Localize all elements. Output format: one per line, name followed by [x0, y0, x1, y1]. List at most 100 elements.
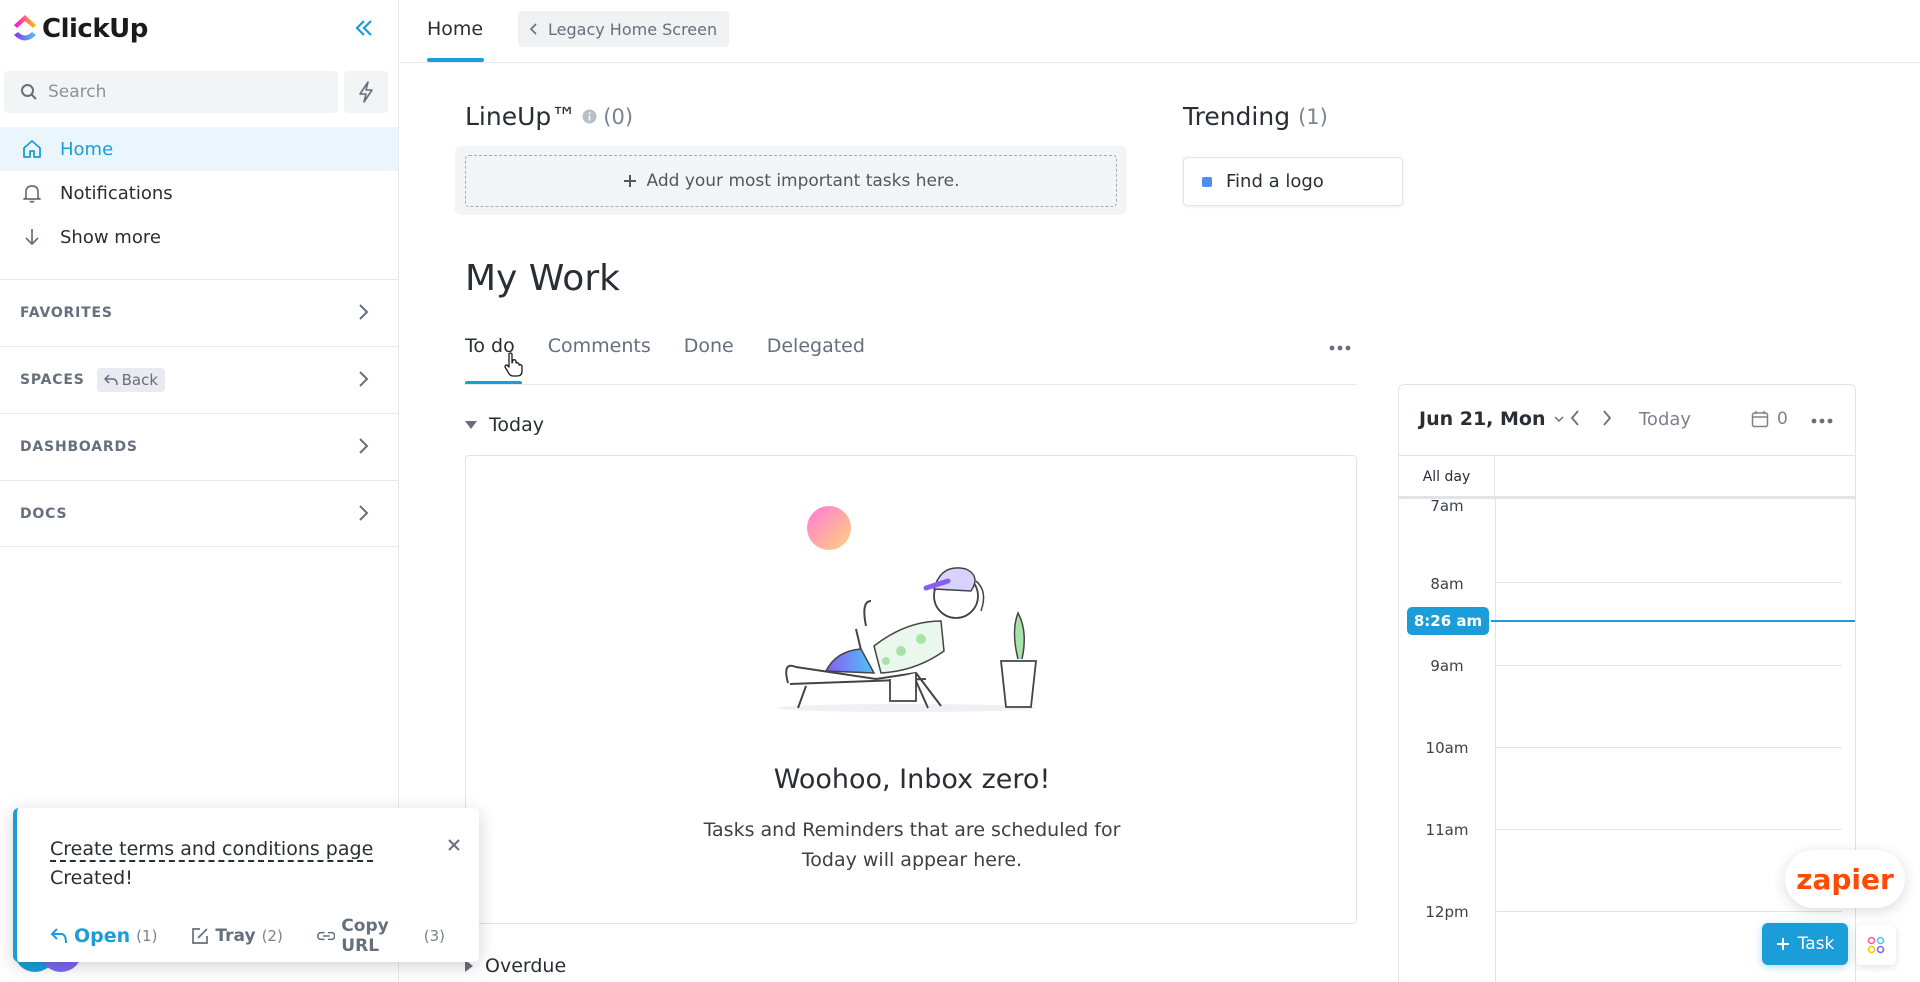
section-dashboards-label: DASHBOARDS	[20, 439, 138, 455]
nav-show-more[interactable]: Show more	[0, 215, 398, 259]
status-dot	[1202, 176, 1212, 187]
trending-item[interactable]: Find a logo	[1183, 157, 1403, 206]
legacy-home-button[interactable]: Legacy Home Screen	[518, 11, 730, 47]
spaces-back-button[interactable]: Back	[96, 368, 166, 392]
lineup-container: Add your most important tasks here.	[455, 146, 1127, 215]
section-favorites[interactable]: FAVORITES	[0, 279, 398, 346]
toast-task-link[interactable]: Create terms and conditions page	[50, 838, 374, 862]
trending-item-label: Find a logo	[1226, 171, 1324, 192]
collapse-sidebar-button[interactable]	[350, 14, 378, 42]
nav-notifications[interactable]: Notifications	[0, 171, 398, 215]
toast-close-button[interactable]	[443, 834, 465, 856]
nav-show-more-label: Show more	[60, 226, 161, 248]
all-day-label: All day	[1399, 456, 1495, 497]
hour-line[interactable]	[1495, 665, 1842, 666]
section-docs[interactable]: DOCS	[0, 480, 398, 547]
nav-home[interactable]: Home	[0, 127, 398, 171]
hand-cursor-icon	[504, 352, 523, 377]
calendar-scheduled-count[interactable]: 0	[1751, 409, 1788, 429]
logo-text: ClickUp	[42, 14, 148, 44]
section-docs-label: DOCS	[20, 505, 68, 522]
calendar-icon	[1751, 411, 1769, 428]
today-group-header[interactable]: Today	[465, 414, 544, 436]
divider	[465, 384, 1357, 385]
chevron-right-icon	[359, 438, 369, 454]
empty-state-title: Woohoo, Inbox zero!	[773, 764, 1051, 795]
arrow-down-icon	[20, 225, 44, 249]
empty-state-description: Tasks and Reminders that are scheduled f…	[466, 815, 1358, 875]
hour-line[interactable]	[1495, 911, 1842, 912]
toast-actions: Open (1) Tray (2) Copy URL (3)	[50, 916, 479, 956]
toast-open-button[interactable]: Open (1)	[50, 925, 157, 947]
calendar-prev-button[interactable]	[1569, 409, 1581, 431]
toast-copy-url-label: Copy URL	[341, 916, 389, 956]
section-spaces-label: SPACES	[20, 372, 85, 388]
nav-home-label: Home	[60, 138, 114, 160]
zapier-logo-text: zapier	[1796, 862, 1894, 896]
plus-icon	[623, 175, 636, 187]
calendar-date-picker[interactable]: Jun 21, Mon	[1419, 408, 1564, 430]
calendar-more-button[interactable]	[1811, 409, 1833, 428]
app-root: ClickUp Home	[0, 0, 1920, 982]
quick-actions-button[interactable]	[344, 71, 388, 113]
lineup-title: LineUp™	[465, 102, 577, 131]
hour-label: 12pm	[1425, 903, 1469, 921]
close-icon	[448, 839, 460, 851]
lightning-icon	[359, 81, 373, 103]
all-day-row[interactable]: All day	[1399, 455, 1855, 499]
mywork-more-button[interactable]	[1328, 338, 1352, 358]
zapier-button[interactable]: zapier	[1785, 850, 1905, 908]
hour-line[interactable]	[1495, 582, 1842, 583]
chevron-right-icon	[1603, 410, 1612, 426]
section-dashboards[interactable]: DASHBOARDS	[0, 413, 398, 480]
home-icon	[20, 137, 44, 161]
tray-icon	[192, 928, 209, 944]
today-label: Today	[489, 414, 544, 436]
chevron-left-icon	[1570, 410, 1579, 426]
search-box[interactable]	[4, 71, 338, 113]
overdue-group-header[interactable]: Overdue	[465, 955, 566, 977]
lineup-add-button[interactable]: Add your most important tasks here.	[465, 155, 1117, 207]
task-created-toast: Create terms and conditions page Created…	[13, 808, 479, 962]
link-icon	[316, 931, 336, 941]
section-spaces[interactable]: SPACES Back	[0, 346, 398, 413]
tab-delegated[interactable]: Delegated	[767, 335, 865, 357]
current-time-badge: 8:26 am	[1407, 607, 1489, 635]
toast-copy-url-button[interactable]: Copy URL (3)	[316, 916, 445, 956]
clickup-logo-icon	[14, 15, 36, 41]
current-time-line	[1491, 620, 1855, 622]
hour-label: 9am	[1430, 657, 1464, 675]
hour-line[interactable]	[1495, 747, 1842, 748]
hour-label: 7am	[1430, 497, 1464, 515]
plus-icon	[1776, 938, 1789, 950]
trending-heading: Trending (1)	[1183, 102, 1328, 131]
search-input[interactable]	[48, 82, 308, 102]
chevron-right-icon	[359, 505, 369, 521]
toast-tray-button[interactable]: Tray (2)	[191, 926, 283, 946]
more-horizontal-icon	[1811, 418, 1833, 424]
lineup-heading: LineUp™ (0)	[465, 102, 633, 131]
trending-title: Trending	[1183, 102, 1291, 131]
trending-count: (1)	[1298, 104, 1328, 129]
hour-line[interactable]	[1495, 829, 1842, 830]
info-icon[interactable]	[582, 109, 597, 124]
hour-label: 10am	[1425, 739, 1469, 757]
calendar-time-divider	[1495, 499, 1496, 982]
calendar-today-button[interactable]: Today	[1639, 409, 1691, 430]
tab-home[interactable]: Home	[427, 18, 483, 40]
tab-comments[interactable]: Comments	[548, 335, 651, 357]
toast-open-label: Open	[74, 925, 131, 947]
logo[interactable]: ClickUp	[12, 14, 148, 44]
topbar: Home Legacy Home Screen	[400, 0, 1920, 63]
new-task-button[interactable]: Task	[1762, 923, 1848, 965]
calendar-next-button[interactable]	[1601, 409, 1613, 431]
calendar-count-value: 0	[1777, 409, 1788, 429]
tab-done[interactable]: Done	[684, 335, 734, 357]
chevron-right-icon	[359, 371, 369, 387]
caret-down-icon	[465, 421, 477, 429]
search-icon	[21, 84, 37, 100]
apps-grid-button[interactable]	[1856, 925, 1896, 965]
new-task-label: Task	[1797, 934, 1835, 954]
hour-label: 11am	[1425, 821, 1469, 839]
legacy-home-label: Legacy Home Screen	[548, 19, 718, 39]
